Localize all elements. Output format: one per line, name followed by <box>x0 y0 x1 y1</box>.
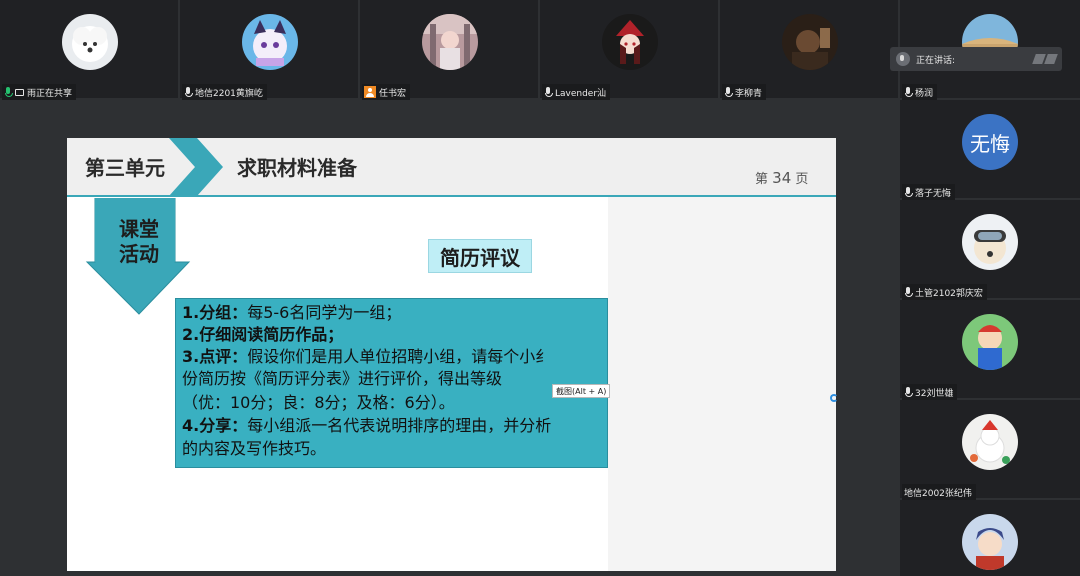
participant-name-bar: 落子无悔 <box>902 184 956 200</box>
avatar <box>602 14 658 70</box>
content-line: 2.仔细阅读简历作品； <box>182 325 344 344</box>
participant-name-bar: 地信2002张纪伟 <box>902 484 976 500</box>
content-line: 份简历按《简历评分表》进行评价，得出等级 <box>182 369 503 388</box>
participant-name: 32刘世雄 <box>915 388 954 399</box>
speaking-label: 正在讲话: <box>916 55 956 66</box>
top-participant-strip: 雨正在共享 地信2201黄旗屹 任书宏 Lavender汕 李柳青 <box>0 0 900 100</box>
microphone-icon[interactable] <box>544 87 553 97</box>
avatar <box>962 414 1018 470</box>
speaking-indicator: 正在讲话: <box>890 47 1062 71</box>
participant-tile[interactable]: 李柳青 <box>720 0 900 100</box>
unit-title: 第三单元 <box>85 156 165 180</box>
participant-name: 雨正在共享 <box>27 88 73 99</box>
content-line: 3.点评：假设你们是用人单位招聘小组，请每个小纟 <box>182 347 552 366</box>
microphone-icon[interactable] <box>904 287 913 297</box>
audio-level-icon <box>1032 54 1058 64</box>
activity-content-box: 1.分组：每5-6名同学为一组； 2.仔细阅读简历作品； 3.点评：假设你们是用… <box>175 298 608 468</box>
participant-name: 地信2201黄旗屹 <box>195 88 263 99</box>
microphone-icon[interactable] <box>184 87 193 97</box>
participant-tile[interactable]: 土管2102郭庆宏 <box>900 200 1080 300</box>
microphone-icon[interactable] <box>904 87 913 97</box>
participant-name-bar: 杨润 <box>902 84 938 100</box>
avatar <box>422 14 478 70</box>
avatar <box>962 514 1018 570</box>
participant-tile[interactable]: 雨正在共享 <box>0 0 180 100</box>
participant-name: 杨润 <box>915 88 934 99</box>
content-line: （优：10分；良：8分；及格：6分）。 <box>182 393 455 412</box>
participant-name: Lavender汕 <box>555 88 607 99</box>
participant-name-bar: Lavender汕 <box>542 84 611 100</box>
microphone-icon[interactable] <box>904 387 913 397</box>
participant-name: 地信2002张纪伟 <box>904 488 972 499</box>
participant-tile[interactable]: 地信2002张纪伟 <box>900 400 1080 500</box>
review-title: 简历评议 <box>428 239 532 273</box>
right-participant-column: 杨润 无悔 落子无悔 土管2102郭庆宏 32刘世雄 地信2002张纪伟 <box>900 0 1080 576</box>
scroll-handle-icon[interactable] <box>830 394 838 402</box>
microphone-icon[interactable] <box>4 87 13 97</box>
participant-name: 土管2102郭庆宏 <box>915 288 983 299</box>
slide-gray-panel <box>608 138 836 571</box>
participant-tile[interactable]: 32刘世雄 <box>900 300 1080 400</box>
participant-name-bar: 32刘世雄 <box>902 384 958 400</box>
participant-tile[interactable]: Lavender汕 <box>540 0 720 100</box>
content-line: 1.分组：每5-6名同学为一组； <box>182 303 402 322</box>
screen-share-icon <box>15 88 24 96</box>
participant-name: 李柳青 <box>735 88 763 99</box>
avatar <box>62 14 118 70</box>
activity-label: 课堂 活动 <box>119 217 159 266</box>
screenshot-tooltip: 截图(Alt + A) <box>552 384 611 398</box>
avatar <box>242 14 298 70</box>
microphone-icon[interactable] <box>904 187 913 197</box>
page-number: 第 34 页 <box>755 169 809 187</box>
meeting-window: 雨正在共享 地信2201黄旗屹 任书宏 Lavender汕 李柳青 杨润 无悔 … <box>0 0 1080 576</box>
participant-name-bar: 任书宏 <box>362 84 411 100</box>
participant-tile[interactable]: 地信2201黄旗屹 <box>180 0 360 100</box>
content-line: 4.分享：每小组派一名代表说明排序的理由，并分析 <box>182 416 552 435</box>
participant-tile[interactable] <box>900 500 1080 576</box>
participant-name-bar: 土管2102郭庆宏 <box>902 284 987 300</box>
participant-name: 落子无悔 <box>915 188 952 199</box>
content-line: 的内容及写作技巧。 <box>182 439 327 458</box>
unit-subtitle: 求职材料准备 <box>237 156 357 180</box>
avatar: 无悔 <box>962 114 1018 170</box>
user-icon <box>364 86 376 98</box>
participant-tile[interactable]: 任书宏 <box>360 0 540 100</box>
participant-name: 任书宏 <box>379 88 407 99</box>
participant-name-bar: 雨正在共享 <box>2 84 77 100</box>
participant-name-bar: 地信2201黄旗屹 <box>182 84 267 100</box>
avatar <box>962 214 1018 270</box>
chevron-right-icon <box>169 138 223 196</box>
participant-name-bar: 李柳青 <box>722 84 767 100</box>
avatar <box>962 314 1018 370</box>
avatar <box>782 14 838 70</box>
microphone-icon[interactable] <box>724 87 733 97</box>
speaker-icon <box>896 52 910 66</box>
participant-tile[interactable]: 无悔 落子无悔 <box>900 100 1080 200</box>
shared-slide: 第三单元 求职材料准备 第 34 页 课堂 活动 简历评议 1.分组：每5-6名… <box>67 138 836 571</box>
